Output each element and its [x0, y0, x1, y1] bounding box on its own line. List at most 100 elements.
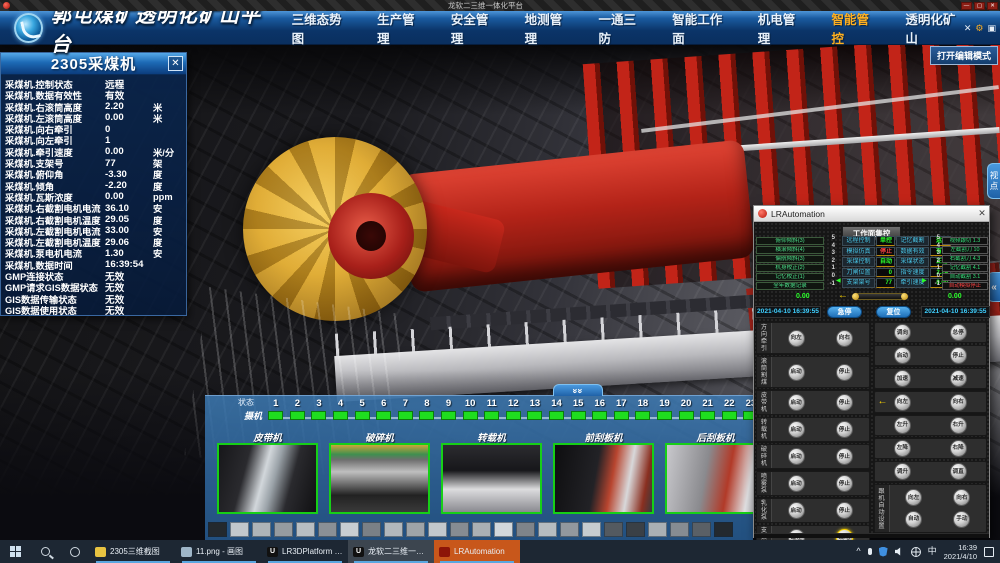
- calibration-button[interactable]: 机身校正(2): [756, 264, 824, 272]
- channel-status-indicator[interactable]: [268, 411, 283, 420]
- cutting-mode-button[interactable]: 记忆截割 4.1: [942, 264, 988, 272]
- round-control-button[interactable]: 向右: [950, 394, 967, 411]
- channel-status-indicator[interactable]: [614, 411, 629, 420]
- filmstrip-thumb[interactable]: [274, 522, 293, 537]
- microphone-icon[interactable]: [868, 548, 872, 555]
- round-control-button[interactable]: 调升: [894, 463, 911, 480]
- round-control-button[interactable]: 停止: [836, 475, 853, 492]
- filmstrip-thumb[interactable]: [318, 522, 337, 537]
- action-center-icon[interactable]: [984, 547, 994, 557]
- calibration-button[interactable]: 横滚倾斜(4): [756, 246, 824, 254]
- taskbar-item[interactable]: U 龙软二三维一体化...: [348, 540, 434, 563]
- filmstrip-thumb[interactable]: [428, 522, 447, 537]
- taskbar-clock[interactable]: 16:39 2021/4/10: [944, 543, 977, 561]
- channel-status-indicator[interactable]: [376, 411, 391, 420]
- round-control-button[interactable]: 启动: [788, 502, 805, 519]
- restore-layout-icon[interactable]: ▣: [987, 23, 996, 33]
- nav-item[interactable]: 生产管理: [377, 9, 424, 47]
- round-control-button[interactable]: 左降: [894, 440, 911, 457]
- calibration-button[interactable]: 记忆校正(1): [756, 273, 824, 281]
- cutting-mode-button[interactable]: 左截割刀 10: [942, 246, 988, 254]
- start-button[interactable]: [0, 540, 30, 563]
- filmstrip-thumb[interactable]: [406, 522, 425, 537]
- nav-item[interactable]: 智能工作面: [672, 9, 731, 47]
- nav-item[interactable]: 地测管理: [525, 9, 572, 47]
- round-control-button[interactable]: 启动: [788, 394, 805, 411]
- round-control-button[interactable]: 启动: [894, 347, 911, 364]
- filmstrip-thumb[interactable]: [384, 522, 403, 537]
- nav-item[interactable]: 安全管理: [451, 9, 498, 47]
- channel-status-indicator[interactable]: [571, 411, 586, 420]
- channel-status-indicator[interactable]: [679, 411, 694, 420]
- round-control-button[interactable]: 停止: [836, 448, 853, 465]
- cutting-mode-button[interactable]: 自动模拟停止: [942, 282, 988, 290]
- round-control-button[interactable]: 停止: [836, 502, 853, 519]
- filmstrip-thumb[interactable]: [648, 522, 667, 537]
- maximize-button[interactable]: ▢: [974, 2, 985, 10]
- filmstrip-thumb[interactable]: [670, 522, 689, 537]
- taskbar-item[interactable]: U LR3DPlatform - U...: [262, 540, 348, 563]
- filmstrip-thumb[interactable]: [692, 522, 711, 537]
- calibration-button[interactable]: 全年数据记录: [756, 282, 824, 290]
- reset-button[interactable]: 复位: [876, 306, 911, 318]
- tray-expand-icon[interactable]: ^: [856, 547, 860, 556]
- nav-item[interactable]: 一通三防: [598, 9, 645, 47]
- taskbar-item[interactable]: 11.png - 画图: [176, 540, 262, 563]
- round-control-button[interactable]: 向右: [836, 330, 853, 347]
- filmstrip-thumb[interactable]: [714, 522, 733, 537]
- taskbar-item[interactable]: LRAutomation: [434, 540, 520, 563]
- filmstrip-thumb[interactable]: [296, 522, 315, 537]
- filmstrip-thumb[interactable]: [516, 522, 535, 537]
- calibration-button[interactable]: 俯仰倾斜(3): [756, 237, 824, 245]
- round-control-button[interactable]: 减速: [950, 370, 967, 387]
- network-icon[interactable]: [911, 547, 921, 557]
- round-control-button[interactable]: 停止: [836, 394, 853, 411]
- filmstrip-thumb[interactable]: [362, 522, 381, 537]
- ime-indicator[interactable]: 中: [928, 547, 937, 556]
- camera-view[interactable]: [329, 443, 430, 514]
- round-control-button[interactable]: 向右: [953, 489, 970, 506]
- lr-close-icon[interactable]: ✕: [975, 208, 989, 219]
- filmstrip-thumb[interactable]: [538, 522, 557, 537]
- round-control-button[interactable]: 加速: [894, 370, 911, 387]
- channel-status-indicator[interactable]: [527, 411, 542, 420]
- round-control-button[interactable]: 调向: [894, 324, 911, 341]
- cutting-mode-button[interactable]: 自动截割 3.1: [942, 273, 988, 281]
- round-control-button[interactable]: 启动: [788, 421, 805, 438]
- cortana-button[interactable]: [60, 540, 90, 563]
- filmstrip-thumb[interactable]: [560, 522, 579, 537]
- filmstrip-thumb[interactable]: [340, 522, 359, 537]
- emergency-stop-button[interactable]: 急停: [827, 306, 862, 318]
- speaker-icon[interactable]: [895, 547, 904, 556]
- channel-status-indicator[interactable]: [657, 411, 672, 420]
- nav-item[interactable]: 透明化矿山: [905, 9, 964, 47]
- channel-status-indicator[interactable]: [549, 411, 564, 420]
- round-control-button[interactable]: 自动: [905, 511, 922, 528]
- round-control-button[interactable]: 向左: [894, 394, 911, 411]
- round-control-button[interactable]: 停止: [836, 364, 853, 381]
- filmstrip-thumb[interactable]: [494, 522, 513, 537]
- round-control-button[interactable]: 手动: [953, 511, 970, 528]
- camera-view[interactable]: [665, 443, 753, 514]
- nav-item[interactable]: 机电管理: [758, 9, 805, 47]
- channel-status-indicator[interactable]: [700, 411, 715, 420]
- camera-view[interactable]: [553, 443, 654, 514]
- filmstrip-thumb[interactable]: [208, 522, 227, 537]
- channel-status-indicator[interactable]: [463, 411, 478, 420]
- channel-status-indicator[interactable]: [355, 411, 370, 420]
- round-control-button[interactable]: 右降: [950, 440, 967, 457]
- bottom-panel-collapse-tab[interactable]: » »: [553, 384, 603, 396]
- open-edit-mode-button[interactable]: 打开编辑模式: [930, 46, 998, 65]
- round-control-button[interactable]: 停止: [950, 347, 967, 364]
- round-control-button[interactable]: 向左: [905, 489, 922, 506]
- camera-view[interactable]: [217, 443, 318, 514]
- filmstrip-thumb[interactable]: [472, 522, 491, 537]
- filmstrip-thumb[interactable]: [230, 522, 249, 537]
- gear-icon[interactable]: ⚙: [975, 23, 983, 33]
- round-control-button[interactable]: 停止: [836, 421, 853, 438]
- security-shield-icon[interactable]: [879, 547, 888, 557]
- filmstrip-thumb[interactable]: [604, 522, 623, 537]
- channel-status-indicator[interactable]: [722, 411, 737, 420]
- round-control-button[interactable]: 启动: [788, 448, 805, 465]
- round-control-button[interactable]: 右升: [950, 417, 967, 434]
